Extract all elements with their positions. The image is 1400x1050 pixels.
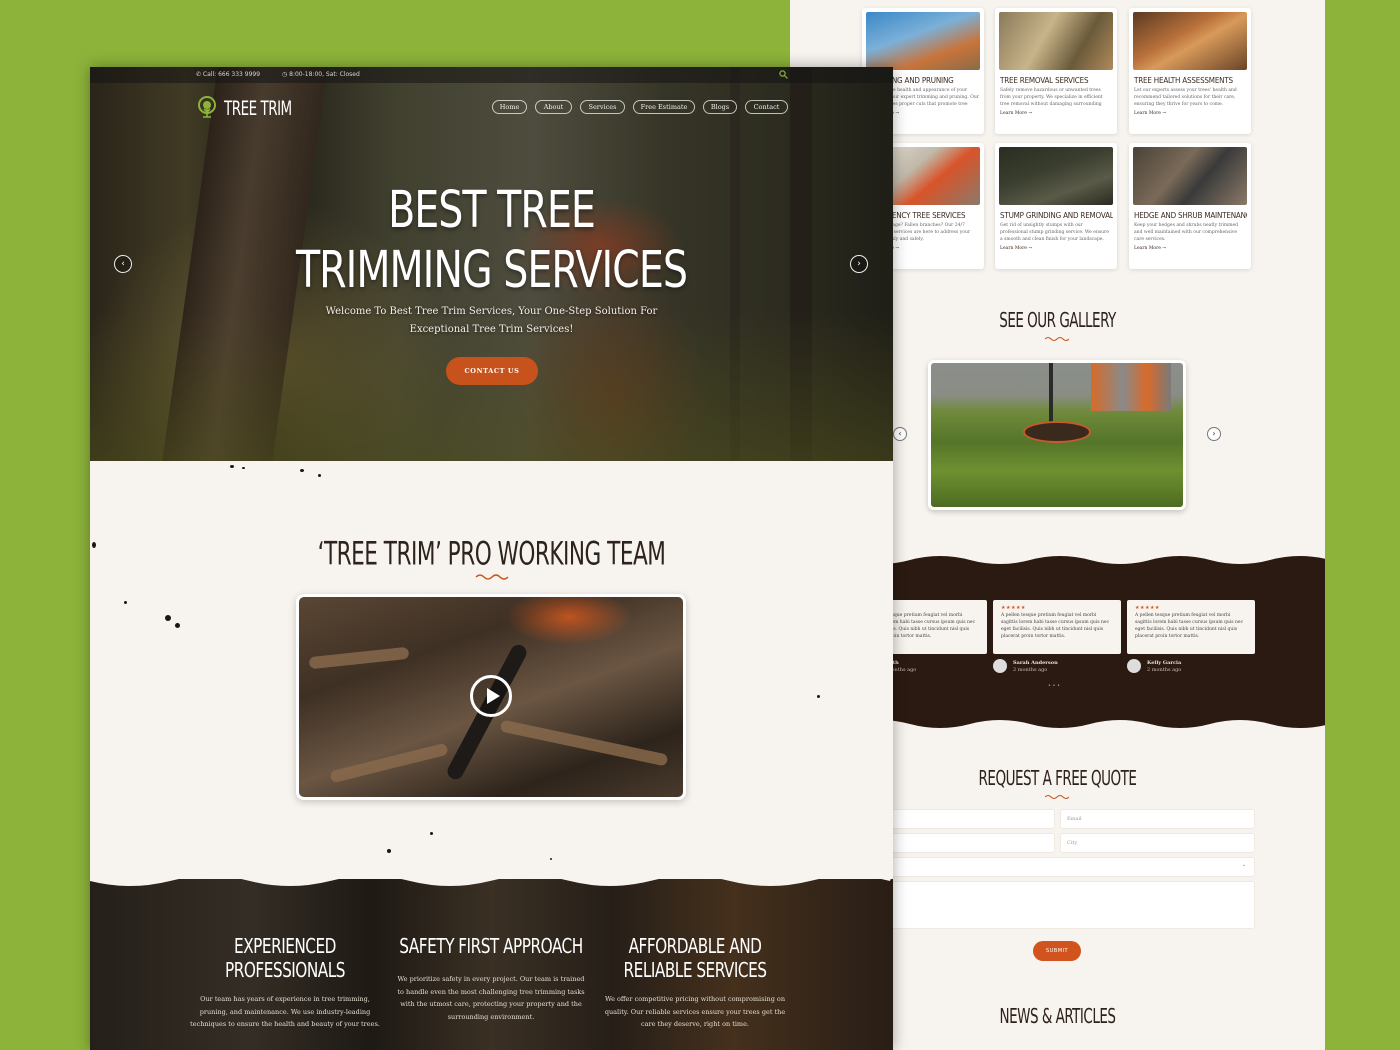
testimonial-pagination-dots[interactable]: • • • [1048, 683, 1060, 689]
trimmer-head [1023, 421, 1091, 443]
submit-button[interactable]: SUBMIT [1033, 941, 1081, 961]
author-name: Kelly Garcia [1147, 660, 1182, 666]
logo-text: TREE TRIM [224, 97, 292, 121]
feature-safety: Safety First Approach We prioritize safe… [396, 935, 586, 1023]
paint-speck [387, 849, 391, 853]
top-info-bar: ✆ Call: 666 333 9999 ◷ 8:00-18:00, Sat: … [90, 67, 893, 83]
author-time: 2 months ago [1013, 667, 1048, 673]
paint-speck [300, 469, 304, 472]
paint-speck [230, 465, 234, 468]
service-photo [999, 12, 1113, 70]
tree-logo-icon [198, 96, 216, 118]
learn-more-link[interactable]: Learn More → [1000, 246, 1112, 251]
feature-desc: We prioritize safety in every project. O… [397, 975, 585, 1021]
service-desc: Safely remove hazardous or unwanted tree… [1000, 88, 1103, 107]
nav-about[interactable]: About [535, 100, 572, 114]
service-card[interactable]: Stump Grinding and Removal Get rid of un… [995, 143, 1117, 269]
paint-speck [318, 474, 321, 477]
squiggle-icon [1045, 337, 1069, 341]
log-image [308, 646, 410, 670]
service-photo [1133, 147, 1247, 205]
gallery-next-arrow[interactable]: › [1207, 427, 1221, 441]
feature-title: Safety First Approach [399, 935, 583, 959]
log-image [499, 719, 669, 767]
feature-experienced: Experienced Professionals Our team has y… [190, 935, 380, 1031]
hours-info: ◷ 8:00-18:00, Sat: Closed [282, 71, 360, 78]
service-photo [999, 147, 1113, 205]
service-card[interactable]: Tree Removal Services Safely remove haza… [995, 8, 1117, 134]
hero-title-line: Best Tree [388, 181, 596, 240]
nav-home[interactable]: Home [492, 100, 527, 114]
paint-speck [175, 623, 180, 628]
learn-more-link[interactable]: Learn More → [1134, 111, 1246, 116]
service-desc: Let our experts assess your trees' healt… [1134, 88, 1237, 107]
service-select[interactable]: ⌄ [890, 858, 1254, 876]
team-video[interactable] [296, 594, 686, 800]
paint-speck [550, 858, 552, 860]
testimonial-text: A pellen tesque pretium feugiat vel morb… [1135, 613, 1244, 639]
testimonial-text: A pellen tesque pretium feugiat vel morb… [1001, 613, 1110, 639]
gallery-image [928, 360, 1186, 510]
message-textarea[interactable] [890, 882, 1254, 928]
phone-field[interactable] [890, 834, 1054, 852]
homepage-preview: ✆ Call: 666 333 9999 ◷ 8:00-18:00, Sat: … [90, 67, 893, 1050]
learn-more-link[interactable]: Learn More → [1000, 111, 1112, 116]
testimonial-card: ★★★★★ A pellen tesque pretium feugiat ve… [1127, 600, 1255, 654]
hero-subtitle: Welcome To Best Tree Trim Services, Your… [325, 306, 658, 335]
play-icon [487, 688, 500, 704]
service-title: Stump Grinding and Removal [1000, 211, 1113, 220]
hero-title: Best Tree Trimming Services [90, 181, 893, 301]
paint-speck [165, 615, 171, 621]
nav-services[interactable]: Services [580, 100, 625, 114]
service-photo [866, 12, 980, 70]
feature-title: Affordable and Reliable Services [623, 935, 767, 983]
feature-desc: We offer competitive pricing without com… [604, 995, 786, 1028]
play-button[interactable] [470, 675, 512, 717]
hero-title-line: Trimming Services [296, 240, 688, 300]
worker-legs [1091, 363, 1171, 411]
service-title: Tree Health Assessments [1134, 76, 1233, 85]
nav-blogs[interactable]: Blogs [703, 100, 737, 114]
chevron-down-icon: ⌄ [1241, 862, 1246, 868]
nav-contact[interactable]: Contact [745, 100, 788, 114]
search-icon[interactable] [779, 70, 788, 79]
learn-more-link[interactable]: Learn More → [1134, 246, 1246, 251]
team-title: ‘Tree Trim’ Pro Working Team [317, 535, 666, 573]
service-card[interactable]: Hedge and Shrub Maintenance Keep your he… [1129, 143, 1251, 269]
log-image [329, 742, 449, 784]
paint-speck [430, 832, 433, 835]
phone-info[interactable]: ✆ Call: 666 333 9999 [196, 71, 260, 78]
name-field[interactable] [890, 810, 1054, 828]
service-title: Tree Removal Services [1000, 76, 1089, 85]
contact-us-button[interactable]: CONTACT US [446, 357, 538, 385]
feature-title: Experienced Professionals [225, 935, 345, 983]
rating-stars: ★★★★★ [1135, 605, 1160, 611]
feature-desc: Our team has years of experience in tree… [190, 995, 380, 1028]
author-time: 2 months ago [1147, 667, 1182, 673]
service-desc: Keep your hedges and shrubs neatly trimm… [1134, 223, 1239, 242]
feature-affordable: Affordable and Reliable Services We offe… [600, 935, 790, 1031]
city-field[interactable]: City [1061, 834, 1254, 852]
paint-speck [124, 601, 127, 604]
nav-free-estimate[interactable]: Free Estimate [633, 100, 695, 114]
testimonial-card: ★★★★★ A pellen tesque pretium feugiat ve… [993, 600, 1121, 654]
service-desc: Get rid of unsightly stumps with our pro… [1000, 223, 1109, 242]
wave-divider [90, 873, 893, 886]
avatar [1127, 659, 1141, 673]
rating-stars: ★★★★★ [1001, 605, 1026, 611]
service-title: Hedge and Shrub Maintenance [1134, 211, 1247, 220]
paint-speck [242, 467, 245, 469]
avatar [993, 659, 1007, 673]
service-card[interactable]: Tree Health Assessments Let our experts … [1129, 8, 1251, 134]
squiggle-icon [475, 574, 509, 580]
paint-speck [817, 695, 820, 698]
gallery-prev-arrow[interactable]: ‹ [893, 427, 907, 441]
squiggle-icon [1045, 795, 1069, 799]
author-name: Sarah Anderson [1013, 660, 1058, 666]
email-field[interactable]: Email [1061, 810, 1254, 828]
service-photo [1133, 12, 1247, 70]
